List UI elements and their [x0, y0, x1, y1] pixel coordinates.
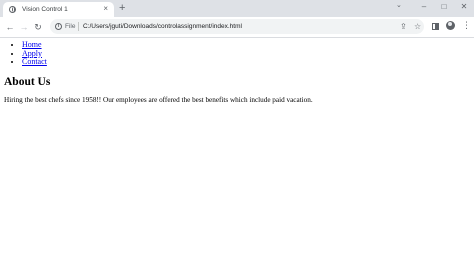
- back-icon[interactable]: ←: [4, 21, 16, 33]
- page-content: Home Apply Contact About Us Hiring the b…: [0, 38, 474, 262]
- contact-link[interactable]: Contact: [22, 57, 47, 66]
- tab-strip: Vision Control 1 × + ⌄ – □ ✕: [0, 0, 474, 17]
- forward-icon[interactable]: →: [18, 21, 30, 33]
- close-window-icon[interactable]: ✕: [454, 0, 474, 13]
- tab-search-icon[interactable]: ⌄: [396, 1, 402, 9]
- file-scheme-label: File: [65, 23, 76, 30]
- page-heading: About Us: [4, 76, 51, 88]
- window-controls: – □ ✕: [414, 0, 474, 17]
- share-icon[interactable]: ⇪: [400, 22, 407, 31]
- nav-item-contact: Contact: [22, 57, 47, 67]
- tab-title: Vision Control 1: [22, 6, 68, 13]
- about-paragraph: Hiring the best chefs since 1958!! Our e…: [4, 96, 313, 104]
- site-nav: Home Apply Contact: [4, 40, 47, 67]
- globe-icon: [9, 6, 16, 13]
- new-tab-button[interactable]: +: [119, 3, 125, 14]
- browser-tab[interactable]: Vision Control 1 ×: [3, 2, 114, 17]
- profile-avatar[interactable]: [446, 21, 455, 30]
- more-menu-icon[interactable]: ⋮: [462, 21, 471, 30]
- browser-toolbar: ← → ↻ i File C:/Users/jguti/Downloads/co…: [0, 17, 474, 38]
- reload-icon[interactable]: ↻: [32, 21, 44, 33]
- info-icon[interactable]: i: [55, 23, 62, 30]
- address-bar[interactable]: i File C:/Users/jguti/Downloads/controla…: [50, 19, 424, 34]
- side-panel-icon[interactable]: [432, 23, 439, 30]
- url-text[interactable]: C:/Users/jguti/Downloads/controlassignme…: [83, 22, 242, 31]
- minimize-icon[interactable]: –: [414, 0, 434, 13]
- close-tab-icon[interactable]: ×: [103, 5, 108, 13]
- maximize-icon[interactable]: □: [434, 0, 454, 13]
- bookmark-star-icon[interactable]: ☆: [414, 22, 421, 31]
- divider: [78, 22, 79, 31]
